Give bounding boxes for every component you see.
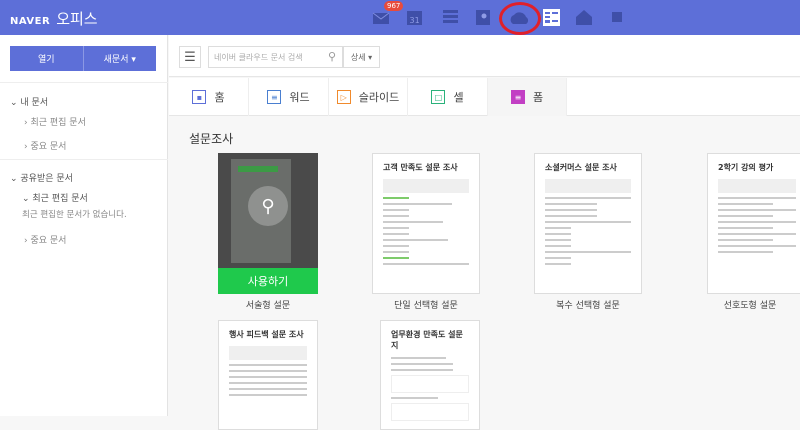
- product-name: 오피스: [56, 10, 98, 28]
- shared-documents-toggle[interactable]: ⌄ 공유받은 문서: [10, 171, 73, 184]
- magnifier-icon[interactable]: ⚲: [248, 186, 288, 226]
- search-input[interactable]: 네이버 클라우드 문서 검색 ⚲: [208, 46, 343, 68]
- divider: [0, 82, 168, 83]
- tab-label: 셀: [453, 91, 464, 104]
- shared-recent-docs[interactable]: ⌄ 최근 편집 문서: [22, 191, 88, 204]
- shared-important-docs[interactable]: › 중요 문서: [24, 233, 66, 246]
- tab-label: 홈: [214, 91, 225, 104]
- shared-recent-label: 최근 편집 문서: [32, 194, 88, 204]
- naver-office-logo[interactable]: NAVER 오피스: [10, 8, 98, 29]
- important-docs-label: 중요 문서: [30, 142, 67, 152]
- tab-label: 폼: [532, 91, 544, 104]
- play-icon: ▷: [336, 90, 351, 104]
- recent-docs-label: 최근 편집 문서: [30, 118, 86, 128]
- grid-icon: ▪: [192, 90, 207, 104]
- template-card[interactable]: 업무환경 만족도 설문지: [380, 320, 480, 430]
- my-recent-docs[interactable]: › 최근 편집 문서: [24, 115, 86, 128]
- tab-cell[interactable]: □ 셀: [408, 78, 488, 116]
- template-label: 서술형 설문: [245, 301, 291, 311]
- detail-search-button[interactable]: 상세 ▾: [343, 46, 380, 68]
- sheet-icon: □: [431, 90, 446, 104]
- my-docs-label: 내 문서: [20, 98, 49, 108]
- tab-label: 슬라이드: [358, 91, 400, 104]
- template-title: 업무환경 만족도 설문지: [391, 330, 463, 350]
- menu-icon[interactable]: ☰: [179, 46, 201, 68]
- template-title: 2학기 강의 평가: [718, 163, 774, 172]
- template-title: 소셜커머스 설문 조사: [545, 163, 617, 172]
- form-icon: ≡: [510, 90, 525, 104]
- tab-form[interactable]: ≡ 폼: [488, 78, 567, 116]
- my-documents-toggle[interactable]: ⌄ 내 문서: [10, 95, 48, 108]
- list-icon[interactable]: [441, 8, 459, 26]
- mail-badge: 967: [384, 1, 404, 11]
- calendar-icon[interactable]: 31: [405, 8, 423, 26]
- main-toolbar: ☰ 네이버 클라우드 문서 검색 ⚲ 상세 ▾: [169, 35, 800, 77]
- template-label: 단일 선택형 설문: [394, 301, 458, 311]
- highlight-circle: [499, 2, 541, 35]
- template-card-selected[interactable]: ⚲ 사용하기: [218, 153, 318, 294]
- template-card[interactable]: 행사 피드백 설문 조사: [218, 320, 318, 430]
- template-card[interactable]: 고객 만족도 설문 조사: [372, 153, 480, 294]
- new-document-button[interactable]: 새문서 ▾: [83, 46, 156, 71]
- more-icon[interactable]: [608, 8, 626, 26]
- app-tabs: ▪ 홈 ≡ 워드 ▷ 슬라이드 □ 셀 ≡ 폼: [169, 78, 800, 116]
- tab-label: 워드: [289, 91, 310, 104]
- office-icon[interactable]: [542, 8, 560, 26]
- tab-slide[interactable]: ▷ 슬라이드: [329, 78, 408, 116]
- empty-message: 최근 편집한 문서가 없습니다.: [22, 210, 127, 220]
- open-button[interactable]: 열기: [10, 46, 84, 71]
- my-important-docs[interactable]: › 중요 문서: [24, 139, 66, 152]
- template-label: 복수 선택형 설문: [556, 301, 620, 311]
- use-template-button[interactable]: 사용하기: [218, 268, 318, 294]
- brand-name: NAVER: [10, 16, 51, 27]
- contacts-icon[interactable]: [474, 8, 492, 26]
- template-label: 선호도형 설문: [723, 301, 777, 311]
- section-title: 설문조사: [189, 132, 234, 146]
- tab-word[interactable]: ≡ 워드: [249, 78, 329, 116]
- shared-docs-label: 공유받은 문서: [20, 174, 73, 184]
- svg-text:31: 31: [409, 16, 419, 25]
- divider: [0, 159, 168, 160]
- tab-home[interactable]: ▪ 홈: [169, 78, 249, 116]
- shared-important-label: 중요 문서: [30, 236, 67, 246]
- template-card[interactable]: 2학기 강의 평가: [707, 153, 800, 294]
- template-card[interactable]: 소셜커머스 설문 조사: [534, 153, 642, 294]
- search-icon[interactable]: ⚲: [328, 50, 336, 63]
- top-bar: NAVER 오피스 967 31: [0, 0, 800, 73]
- template-title: 행사 피드백 설문 조사: [229, 330, 304, 339]
- document-icon: ≡: [267, 90, 282, 104]
- home-w-icon[interactable]: [575, 8, 593, 26]
- search-placeholder: 네이버 클라우드 문서 검색: [214, 53, 303, 62]
- sidebar: 열기 새문서 ▾ ⌄ 내 문서 › 최근 편집 문서 › 중요 문서 ⌄ 공유받…: [0, 35, 168, 416]
- template-title: 고객 만족도 설문 조사: [383, 163, 458, 172]
